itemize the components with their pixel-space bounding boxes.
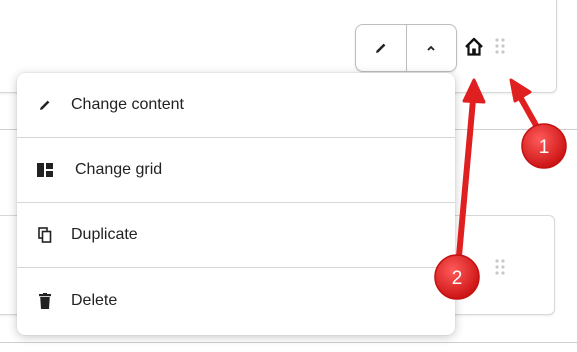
drag-handle-middle[interactable] <box>494 258 506 276</box>
chevron-up-icon <box>427 45 435 51</box>
trash-icon <box>37 292 53 309</box>
copy-icon <box>37 227 53 243</box>
menu-item-change-content[interactable]: Change content <box>17 73 455 138</box>
grid-layout-icon <box>37 162 53 178</box>
pencil-icon <box>37 97 53 113</box>
collapse-button[interactable] <box>405 25 457 71</box>
drag-handle-top[interactable] <box>494 37 506 55</box>
menu-item-label: Delete <box>71 291 118 309</box>
menu-item-label: Change grid <box>75 161 163 178</box>
divider-line <box>0 342 577 343</box>
pencil-icon <box>375 43 386 53</box>
svg-text:1: 1 <box>539 137 550 158</box>
home-icon <box>465 37 483 56</box>
menu-item-duplicate[interactable]: Duplicate <box>17 203 455 268</box>
annotation-badge-1: 1 <box>521 123 567 169</box>
menu-item-label: Change content <box>71 96 184 113</box>
widget-toolbar <box>355 24 457 72</box>
menu-item-label: Duplicate <box>71 226 138 243</box>
home-button[interactable] <box>461 34 487 60</box>
menu-item-delete[interactable]: Delete <box>17 268 455 333</box>
widget-context-menu: Change content Change grid Duplicate Del… <box>17 73 455 335</box>
edit-button[interactable] <box>356 25 406 71</box>
menu-item-change-grid[interactable]: Change grid <box>17 138 455 203</box>
drag-handle-icon <box>495 38 505 54</box>
drag-handle-icon <box>495 259 505 275</box>
